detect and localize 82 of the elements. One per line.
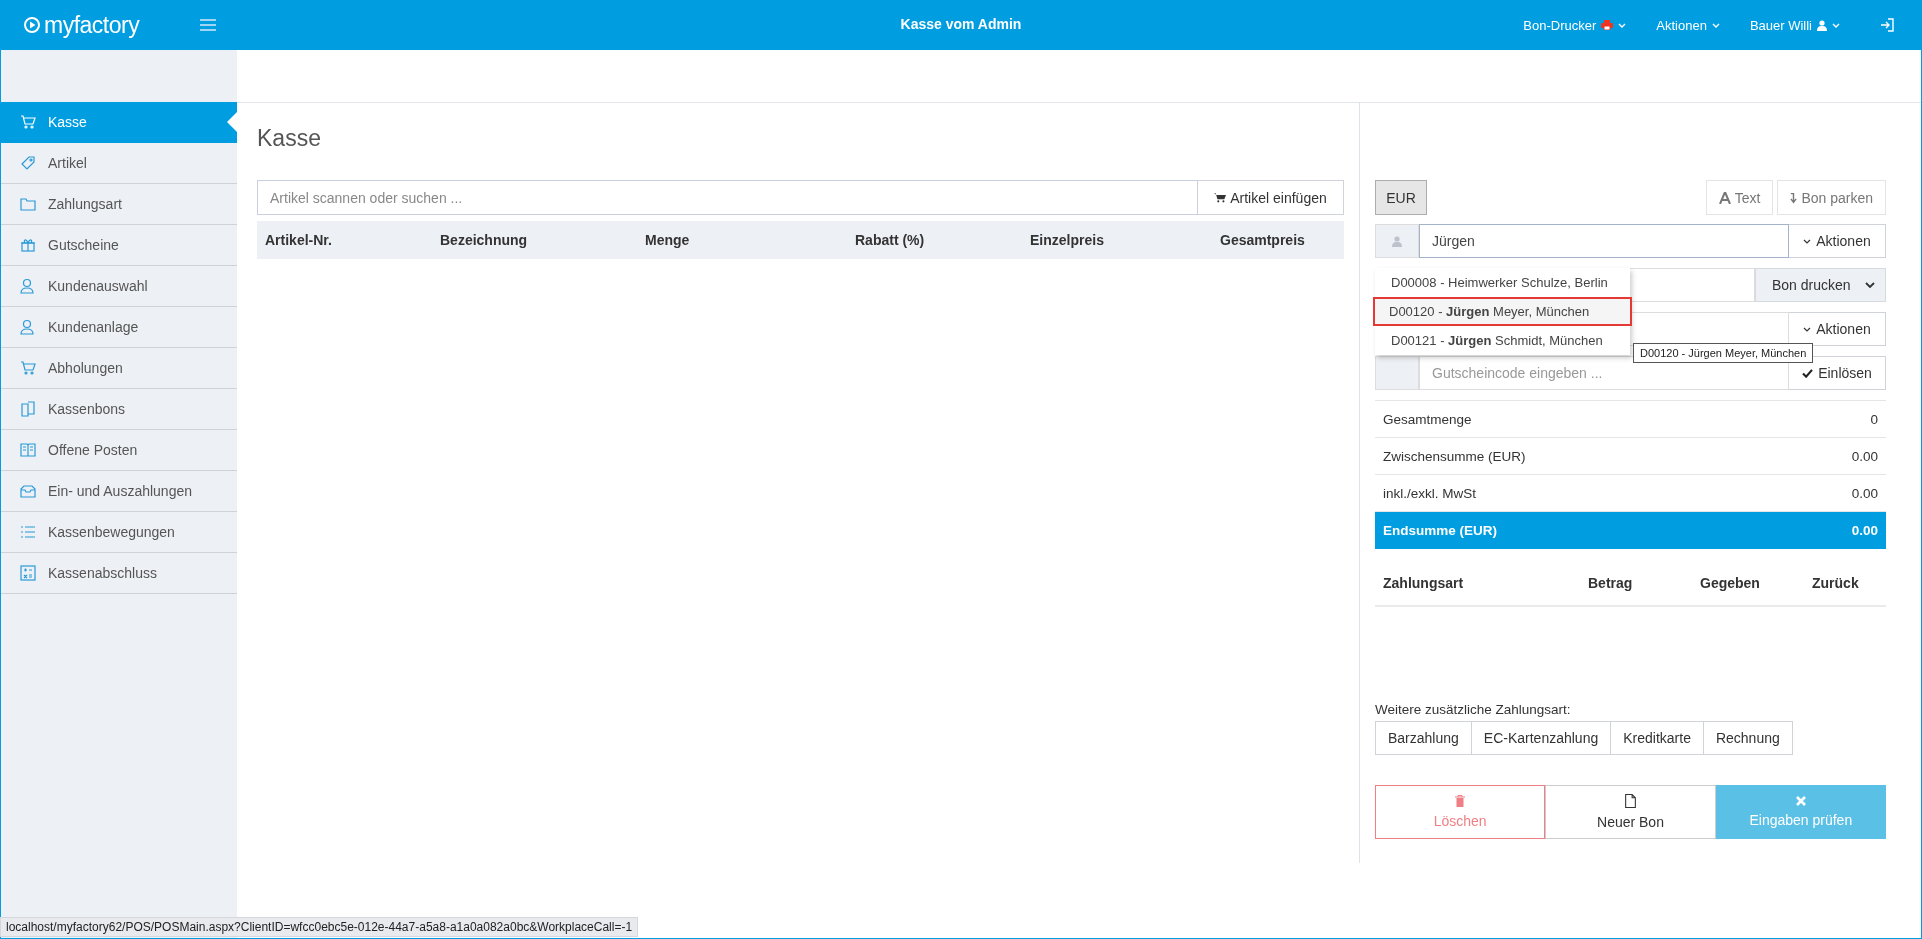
currency-button[interactable]: EUR [1375, 180, 1427, 215]
document-icon [1625, 794, 1636, 808]
print-select[interactable]: Bon drucken [1755, 268, 1886, 302]
payment-method-button[interactable]: Barzahlung [1375, 721, 1472, 755]
sidebar-item[interactable]: Gutscheine [1, 225, 237, 266]
sidebar-item[interactable]: Abholungen [1, 348, 237, 389]
customer-search-field[interactable]: Jürgen [1419, 224, 1789, 258]
summary-value: 0.00 [1851, 448, 1878, 464]
chevron-down-icon [1832, 22, 1840, 28]
folder-icon [20, 196, 36, 212]
column-header: Gesamtpreis [1220, 232, 1306, 248]
summary-value: 0 [1870, 411, 1878, 427]
summary-value: 0.00 [1851, 523, 1878, 538]
tag-icon [20, 155, 36, 171]
list-icon [20, 524, 36, 540]
column-header: Gegeben [1700, 575, 1761, 591]
summary-label: inkl./exkl. MwSt [1383, 485, 1477, 501]
cart-icon [1214, 192, 1227, 203]
column-header: Zurück [1812, 575, 1860, 591]
user-icon [1392, 235, 1402, 247]
book-icon [20, 442, 36, 458]
column-header: Rabatt (%) [855, 232, 926, 248]
suggestion-item[interactable]: D00008 - Heimwerker Schulze, Berlin [1375, 268, 1630, 297]
column-header: Artikel-Nr. [265, 232, 333, 248]
column-header: Zahlungsart [1383, 575, 1465, 591]
trash-icon [1455, 795, 1466, 807]
toolbar-button[interactable]: Bon parken [1777, 180, 1886, 215]
suggestion-item[interactable]: D00121 - Jürgen Schmidt, München [1375, 326, 1630, 355]
chevron-down-icon [1865, 282, 1875, 288]
chevron-down-icon [1711, 22, 1720, 28]
column-header: Bezeichnung [440, 232, 529, 248]
summary-label: Zwischensumme (EUR) [1383, 448, 1526, 464]
suggestion-item[interactable]: D00120 - Jürgen Meyer, München [1373, 297, 1632, 326]
actions-button[interactable]: Aktionen [1789, 312, 1886, 346]
cart-icon [20, 114, 36, 130]
sidebar-item[interactable]: Zahlungsart [1, 184, 237, 225]
app-title: Kasse vom Admin [899, 16, 1023, 32]
tooltip: D00120 - Jürgen Meyer, München [1633, 343, 1814, 363]
gift-icon [20, 237, 36, 253]
chevron-down-icon [1803, 326, 1812, 332]
extra-payment-label: Weitere zusätzliche Zahlungsart: [1375, 702, 1572, 717]
redeem-button[interactable]: Einlösen [1789, 356, 1886, 390]
payment-method-button[interactable]: Kreditkarte [1610, 721, 1704, 755]
play-circle-icon [24, 17, 40, 33]
chevron-down-icon [1618, 22, 1627, 28]
calculator-icon [20, 565, 36, 581]
documents-icon [20, 401, 36, 417]
column-header: Menge [645, 232, 691, 248]
sidebar-item[interactable]: Ein- und Auszahlungen [1, 471, 237, 512]
actions-button[interactable]: Aktionen [1789, 224, 1886, 258]
sidebar-item[interactable]: Kassenbewegungen [1, 512, 237, 553]
summary-label: Endsumme (EUR) [1383, 523, 1497, 538]
status-bar: localhost/myfactory62/POS/POSMain.aspx?ClientID=wfcc0ebc5e-012e-44a7-a5a8-a1a0a082a0bc&WorkplaceCall=-1 [0, 917, 639, 937]
logout-icon[interactable] [1880, 18, 1894, 32]
payment-method-button[interactable]: Rechnung [1702, 721, 1793, 755]
inbox-icon [20, 483, 36, 499]
summary-value: 0.00 [1851, 485, 1878, 501]
user-icon [1817, 19, 1827, 31]
menu-icon[interactable] [200, 19, 216, 31]
summary-label: Gesamtmenge [1383, 411, 1472, 427]
close-icon [1795, 796, 1806, 806]
action-button[interactable]: Neuer Bon [1545, 785, 1716, 839]
payment-method-button[interactable]: EC-Kartenzahlung [1470, 721, 1612, 755]
field-addon [1375, 356, 1419, 390]
checkmark-icon [1802, 368, 1814, 378]
logo-text: myfactory [44, 11, 140, 39]
page-title: Kasse [257, 125, 322, 153]
sidebar-item[interactable]: Kundenauswahl [1, 266, 237, 307]
sidebar-item[interactable]: Artikel [1, 143, 237, 184]
toolbar-button[interactable]: Text [1705, 180, 1774, 215]
column-header: Einzelpreis [1030, 232, 1105, 248]
printer-icon [1601, 20, 1614, 30]
insert-article-button[interactable]: Artikel einfügen [1198, 180, 1344, 215]
letter-icon [1718, 191, 1731, 204]
chevron-down-icon [1803, 238, 1812, 244]
sidebar-item[interactable]: Kassenabschluss [1, 553, 237, 594]
sidebar-item[interactable]: Kundenanlage [1, 307, 237, 348]
arrow-down-icon [1790, 191, 1798, 204]
column-header: Betrag [1588, 575, 1634, 591]
article-search-field[interactable]: Artikel scannen oder suchen ... [257, 180, 1198, 215]
sidebar-item[interactable]: Offene Posten [1, 430, 237, 471]
sidebar-item[interactable]: Kassenbons [1, 389, 237, 430]
